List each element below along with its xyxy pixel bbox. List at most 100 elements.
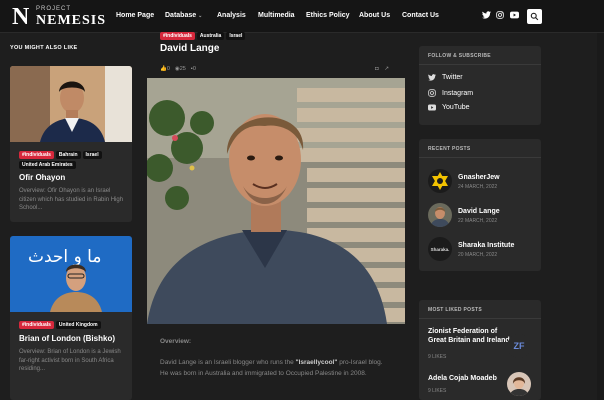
post-date: 22 MARCH, 2022	[458, 218, 498, 224]
article: #individuals Australia Israel David Lang…	[147, 30, 405, 400]
nav-analysis[interactable]: Analysis	[217, 12, 246, 19]
sharaka-logo-text: Sharaka.	[430, 246, 450, 252]
article-title: David Lange	[160, 43, 220, 54]
follow-label: Twitter	[442, 74, 463, 81]
page-scrollbar[interactable]	[597, 33, 604, 400]
zf-logo: ZF	[513, 341, 525, 351]
comments-stat[interactable]: ▪0	[191, 66, 196, 72]
panel-title: RECENT POSTS	[428, 146, 471, 152]
card-image-ofir-ohayon	[10, 66, 132, 142]
overview-text: David Lange is an Israeli blogger who ru…	[160, 357, 390, 379]
recent-post-item[interactable]: Sharaka. Sharaka Institute 20 MARCH, 202…	[428, 237, 536, 261]
follow-twitter[interactable]: Twitter	[428, 74, 463, 81]
logo-big-text: NEMESIS	[36, 13, 107, 28]
twitter-icon[interactable]	[482, 11, 491, 21]
card-tags: #individuals United Kingdom	[19, 321, 123, 329]
tag[interactable]: #individuals	[160, 32, 195, 40]
likes-stat[interactable]: 👍0	[160, 66, 170, 72]
avatar-image	[507, 372, 531, 396]
post-thumbnail	[428, 169, 452, 193]
twitter-icon	[428, 74, 436, 81]
tag[interactable]: Israel	[226, 32, 246, 40]
tag[interactable]: Bahrain	[55, 151, 81, 159]
chevron-down-icon: ⌄	[198, 13, 203, 19]
follow-label: Instagram	[442, 89, 474, 97]
nav-contact-us[interactable]: Contact Us	[402, 12, 439, 19]
card-title[interactable]: Brian of London (Bishko)	[19, 334, 115, 343]
liked-post-title[interactable]: Zionist Federation of Great Britain and …	[428, 328, 510, 345]
top-navigation-bar: N PROJECT NEMESIS Home Page Database ⌄ A…	[0, 0, 604, 33]
instagram-icon[interactable]	[496, 11, 504, 21]
site-logo[interactable]: N PROJECT NEMESIS	[12, 3, 105, 31]
card-excerpt: Overview: Ofir Ohayon is an Israel citiz…	[19, 188, 124, 211]
panel-title: FOLLOW & SUBSCRIBE	[428, 53, 491, 59]
nav-database[interactable]: Database ⌄	[165, 12, 202, 19]
related-card-ofir-ohayon[interactable]: #individuals Bahrain Israel United Arab …	[10, 66, 132, 222]
nav-home[interactable]: Home Page	[116, 12, 154, 19]
search-button[interactable]	[527, 9, 542, 24]
logo-mark-icon: N	[12, 4, 30, 30]
recent-posts-panel: RECENT POSTS GnasherJew 24 MARCH, 2022 D…	[419, 139, 541, 271]
youtube-icon[interactable]	[510, 11, 519, 21]
most-liked-posts-panel: MOST LIKED POSTS Zionist Federation of G…	[419, 300, 541, 400]
overview-label: Overview:	[160, 338, 192, 345]
nav-about-us[interactable]: About Us	[359, 12, 390, 19]
card-excerpt: Overview: Brian of London is a Jewish fa…	[19, 349, 121, 372]
comments-count: 0	[192, 66, 196, 72]
avatar-image	[428, 203, 452, 227]
tag[interactable]: #individuals	[19, 151, 54, 159]
tag[interactable]: United Arab Emirates	[19, 161, 76, 169]
divider	[419, 157, 541, 158]
card-title[interactable]: Ofir Ohayon	[19, 173, 65, 182]
article-stats: 👍0 ◉25 ▪0	[160, 66, 196, 72]
nav-database-label: Database	[165, 12, 197, 19]
overview-blog-name: "Israellycool"	[295, 359, 338, 366]
recent-post-item[interactable]: GnasherJew 24 MARCH, 2022	[428, 169, 536, 193]
youtube-icon	[428, 104, 436, 111]
likes-count: 0	[166, 66, 170, 72]
article-actions: ◘ ↗	[375, 66, 389, 72]
recent-post-item[interactable]: David Lange 22 MARCH, 2022	[428, 203, 536, 227]
share-icon[interactable]: ↗	[384, 66, 389, 72]
follow-instagram[interactable]: Instagram	[428, 89, 473, 97]
views-count: 25	[179, 66, 186, 72]
nav-ethics-policy[interactable]: Ethics Policy	[306, 12, 350, 19]
follow-subscribe-panel: FOLLOW & SUBSCRIBE Twitter Instagram You…	[419, 46, 541, 125]
follow-youtube[interactable]: YouTube	[428, 104, 470, 111]
card-image-brian-of-london: ما و احدث	[10, 236, 132, 312]
related-card-brian-of-london[interactable]: ما و احدث #individuals United Kingdom Br…	[10, 236, 132, 400]
liked-post-likes: 9 LIKES	[428, 388, 447, 394]
tag[interactable]: #individuals	[19, 321, 54, 329]
tag[interactable]: Australia	[196, 32, 225, 40]
post-title[interactable]: GnasherJew	[458, 174, 500, 181]
article-tags: #individuals Australia Israel	[160, 32, 246, 40]
post-date: 24 MARCH, 2022	[458, 184, 498, 190]
liked-post-thumbnail	[507, 372, 531, 396]
post-title[interactable]: David Lange	[458, 208, 500, 215]
tag[interactable]: Israel	[82, 151, 102, 159]
liked-post-thumbnail: ZF	[507, 334, 531, 358]
thumbs-up-icon: 👍	[160, 66, 167, 72]
post-thumbnail	[428, 203, 452, 227]
follow-label: YouTube	[442, 104, 470, 111]
bookmark-icon[interactable]: ◘	[375, 66, 378, 72]
divider	[419, 318, 541, 319]
tag[interactable]: United Kingdom	[55, 321, 101, 329]
post-title[interactable]: Sharaka Institute	[458, 242, 514, 249]
logo-small-text: PROJECT	[36, 6, 72, 12]
nav-multimedia[interactable]: Multimedia	[258, 12, 295, 19]
svg-text:ما و احدث: ما و احدث	[28, 247, 101, 267]
panel-title: MOST LIKED POSTS	[428, 307, 482, 313]
post-thumbnail: Sharaka.	[428, 237, 452, 261]
search-icon	[530, 12, 539, 21]
article-hero-image	[147, 78, 405, 324]
card-tags: #individuals Bahrain Israel United Arab …	[19, 151, 123, 169]
post-date: 20 MARCH, 2022	[458, 252, 498, 258]
instagram-icon	[428, 89, 436, 97]
divider	[419, 64, 541, 65]
liked-post-likes: 9 LIKES	[428, 354, 447, 360]
you-might-also-like-heading: YOU MIGHT ALSO LIKE	[10, 45, 78, 51]
liked-post-title[interactable]: Adela Cojab Moadeb	[428, 375, 510, 384]
views-stat: ◉25	[175, 66, 186, 72]
overview-text-pre: David Lange is an Israeli blogger who ru…	[160, 359, 296, 366]
